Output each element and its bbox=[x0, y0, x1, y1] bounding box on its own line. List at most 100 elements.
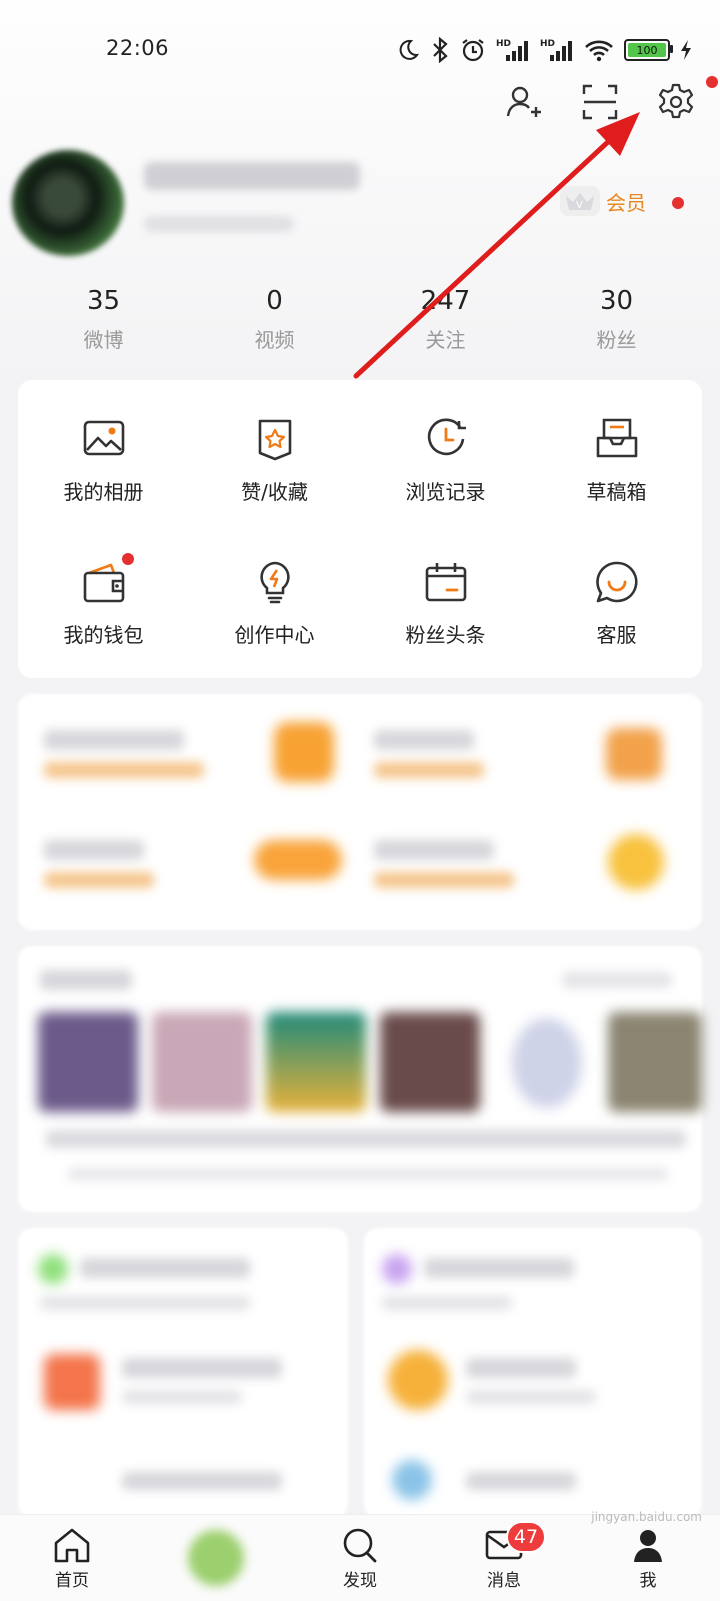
avatar[interactable] bbox=[12, 150, 124, 256]
wallet-icon bbox=[83, 563, 124, 603]
tab-label: 消息 bbox=[487, 1570, 521, 1591]
tool-wallet[interactable]: 我的钱包 bbox=[18, 523, 189, 666]
chat-bubble-icon bbox=[595, 561, 637, 603]
tool-customer-service[interactable]: 客服 bbox=[531, 523, 702, 666]
blurred-text bbox=[374, 840, 494, 860]
profile-icon bbox=[634, 1529, 662, 1562]
tab-center[interactable] bbox=[144, 1515, 288, 1601]
blurred-text bbox=[466, 1358, 576, 1378]
blurred-text bbox=[122, 1358, 282, 1378]
charging-icon bbox=[681, 40, 691, 60]
stat-label: 微博 bbox=[83, 328, 124, 352]
tool-label: 我的钱包 bbox=[63, 623, 144, 647]
blurred-text bbox=[44, 730, 184, 750]
tool-creator-center[interactable]: 创作中心 bbox=[189, 523, 360, 666]
stat-weibo[interactable]: 35 微博 bbox=[18, 286, 189, 353]
search-icon bbox=[343, 1528, 377, 1562]
blurred-text bbox=[44, 840, 144, 860]
wallet-notification-dot bbox=[122, 553, 134, 565]
vip-crown-icon: V bbox=[560, 186, 600, 216]
blurred-thumbnail bbox=[44, 1354, 100, 1410]
favorite-bookmark-icon bbox=[258, 419, 291, 461]
tab-me[interactable]: 我 bbox=[576, 1515, 720, 1601]
svg-text:HD: HD bbox=[496, 39, 511, 49]
center-blob bbox=[188, 1530, 244, 1586]
watermark: jingyan.baidu.com bbox=[591, 1510, 702, 1524]
blurred-text bbox=[80, 1258, 250, 1278]
blurred-text bbox=[424, 1258, 574, 1278]
stat-followers[interactable]: 30 粉丝 bbox=[531, 286, 702, 353]
battery-level: 100 bbox=[628, 43, 666, 57]
tab-label: 首页 bbox=[55, 1570, 89, 1591]
tab-messages[interactable]: 消息 47 bbox=[432, 1515, 576, 1601]
blurred-text bbox=[122, 1472, 282, 1490]
blurred-feed-right bbox=[364, 1228, 702, 1518]
drafts-tray-icon bbox=[596, 418, 637, 458]
battery-icon: 100 bbox=[624, 39, 673, 61]
svg-text:V: V bbox=[576, 200, 583, 211]
tab-label: 发现 bbox=[343, 1570, 377, 1591]
history-clock-icon bbox=[427, 418, 466, 456]
tool-label: 浏览记录 bbox=[405, 480, 486, 504]
scan-button[interactable] bbox=[580, 82, 620, 122]
blurred-text bbox=[46, 1130, 686, 1148]
status-icons: HD HD 100 bbox=[396, 36, 692, 64]
blurred-thumbnail bbox=[38, 1012, 138, 1112]
blurred-text bbox=[44, 762, 204, 778]
tab-home[interactable]: 首页 bbox=[0, 1515, 144, 1601]
bottom-tab-bar: 首页 发现 消息 47 我 bbox=[0, 1514, 720, 1601]
svg-text:HD: HD bbox=[540, 39, 555, 49]
blurred-text bbox=[466, 1390, 596, 1404]
blurred-thumbnail bbox=[254, 840, 342, 880]
tool-photo-album[interactable]: 我的相册 bbox=[18, 380, 189, 523]
blurred-text bbox=[68, 1168, 668, 1180]
tool-likes-favorites[interactable]: 赞/收藏 bbox=[189, 380, 360, 523]
tool-label: 创作中心 bbox=[234, 623, 315, 647]
blurred-feed-left bbox=[18, 1228, 348, 1518]
settings-icon bbox=[658, 83, 694, 119]
tool-label: 客服 bbox=[596, 623, 637, 647]
stat-label: 视频 bbox=[254, 328, 295, 352]
top-actions bbox=[504, 76, 718, 122]
blurred-text bbox=[374, 730, 474, 750]
username-blurred bbox=[144, 162, 360, 190]
tools-card: 我的相册 赞/收藏 浏览记录 草稿箱 我的钱包 创作中心 粉丝头条 客服 bbox=[18, 380, 702, 678]
blurred-thumbnail bbox=[512, 1018, 582, 1108]
blurred-text bbox=[44, 872, 154, 888]
blurred-thumbnail bbox=[608, 834, 664, 890]
blurred-album-card bbox=[18, 946, 702, 1212]
profile-stats: 35 微博 0 视频 247 关注 30 粉丝 bbox=[18, 286, 702, 353]
blurred-thumbnail bbox=[380, 1012, 480, 1112]
tool-label: 草稿箱 bbox=[586, 480, 647, 504]
settings-button[interactable] bbox=[656, 76, 718, 122]
vip-label: 会员 bbox=[606, 190, 646, 215]
tool-fan-headlines[interactable]: 粉丝头条 bbox=[360, 523, 531, 666]
blurred-thumbnail bbox=[274, 722, 334, 782]
stat-video[interactable]: 0 视频 bbox=[189, 286, 360, 353]
tool-label: 粉丝头条 bbox=[405, 623, 486, 647]
calendar-icon bbox=[425, 563, 466, 602]
tool-label: 赞/收藏 bbox=[241, 480, 308, 504]
blurred-thumbnail bbox=[606, 728, 662, 780]
stat-number: 247 bbox=[420, 286, 471, 316]
signal-hd-icon: HD bbox=[496, 39, 528, 61]
blurred-text bbox=[374, 872, 514, 888]
stat-number: 30 bbox=[599, 286, 634, 316]
blurred-text bbox=[40, 970, 132, 990]
add-friend-button[interactable] bbox=[504, 82, 544, 122]
vip-entry[interactable]: V 会员 bbox=[560, 186, 646, 216]
tab-discover[interactable]: 发现 bbox=[288, 1515, 432, 1601]
blurred-icon bbox=[38, 1254, 68, 1284]
settings-notification-dot bbox=[706, 76, 718, 88]
stat-following[interactable]: 247 关注 bbox=[360, 286, 531, 353]
stat-label: 关注 bbox=[425, 328, 466, 352]
tool-browse-history[interactable]: 浏览记录 bbox=[360, 380, 531, 523]
signal-hd-icon: HD bbox=[540, 39, 572, 61]
blurred-thumbnail bbox=[608, 1012, 702, 1112]
blurred-text bbox=[562, 972, 672, 988]
tool-drafts[interactable]: 草稿箱 bbox=[531, 380, 702, 523]
blurred-text bbox=[382, 1296, 512, 1310]
photo-album-icon bbox=[83, 420, 124, 456]
scan-icon bbox=[582, 84, 618, 120]
blurred-text bbox=[122, 1390, 242, 1404]
